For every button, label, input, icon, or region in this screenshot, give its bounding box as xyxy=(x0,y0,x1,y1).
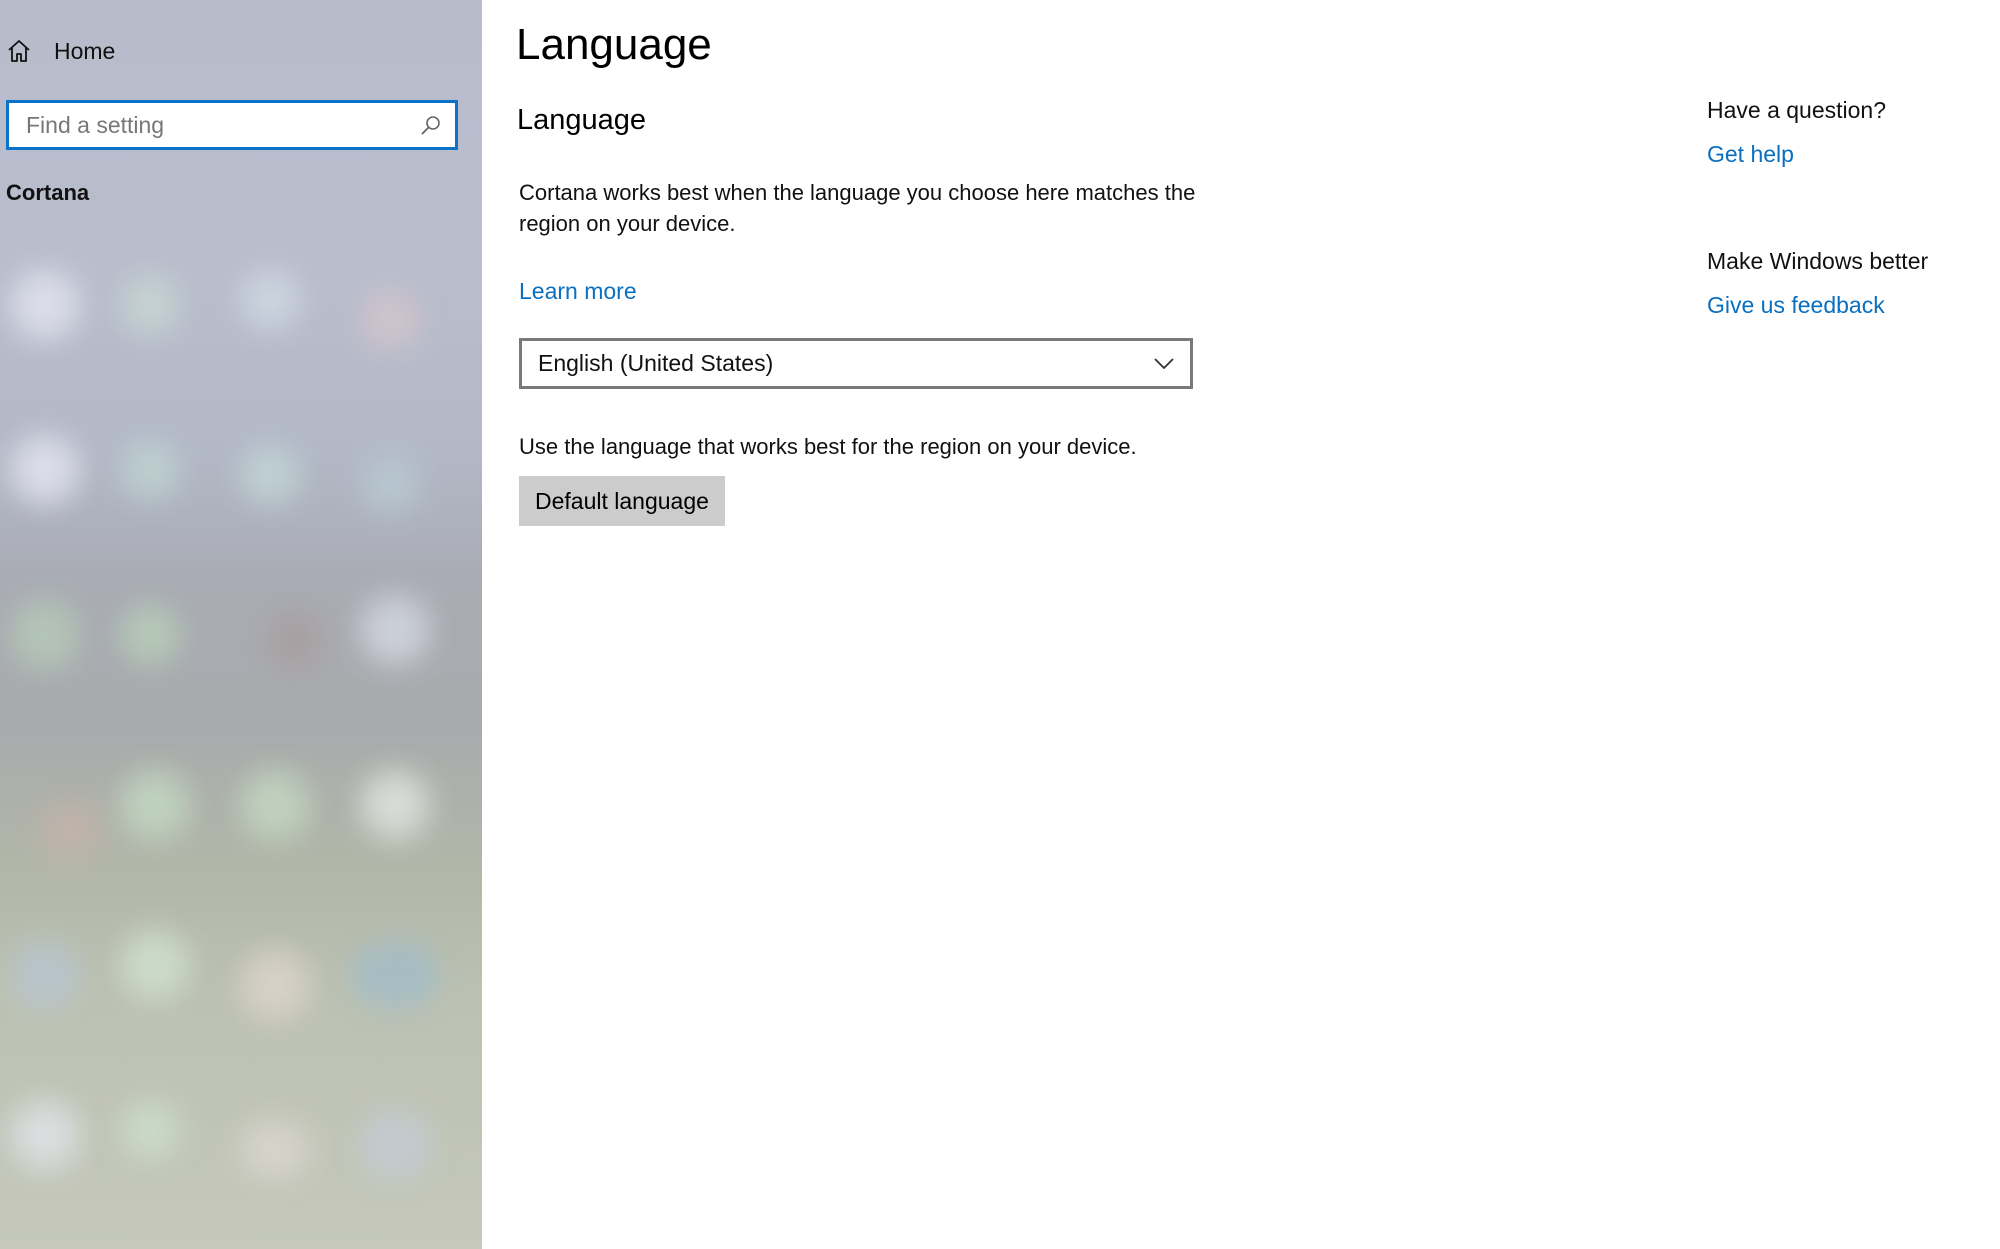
chevron-down-icon xyxy=(1152,352,1176,376)
description-text: Cortana works best when the language you… xyxy=(519,180,1196,236)
dropdown-selected-value: English (United States) xyxy=(538,350,774,376)
default-language-button[interactable]: Default language xyxy=(519,476,725,526)
home-label: Home xyxy=(54,37,116,64)
sidebar-section-cortana: Cortana xyxy=(6,180,90,205)
background-blur xyxy=(360,455,420,515)
background-blur xyxy=(120,605,180,665)
background-blur xyxy=(360,290,420,350)
make-windows-better-heading: Make Windows better xyxy=(1707,248,1929,274)
background-blur xyxy=(10,435,80,505)
background-blur xyxy=(10,1100,80,1170)
background-blur xyxy=(240,270,300,330)
background-blur xyxy=(10,600,80,670)
background-blur xyxy=(360,1110,430,1180)
page-title: Language xyxy=(516,20,712,69)
search-input[interactable] xyxy=(9,105,419,145)
background-blur xyxy=(10,940,80,1010)
background-blur xyxy=(240,445,300,505)
section-title: Language xyxy=(517,104,647,136)
background-blur xyxy=(120,930,190,1000)
learn-more-link[interactable]: Learn more xyxy=(519,278,637,305)
home-icon xyxy=(6,38,32,64)
background-blur xyxy=(120,275,180,335)
background-blur xyxy=(240,770,310,840)
home-nav-item[interactable]: Home xyxy=(0,30,300,72)
background-blur xyxy=(120,1100,180,1160)
hint-text: Use the language that works best for the… xyxy=(519,434,1137,459)
main-content: Language Language Cortana works best whe… xyxy=(482,0,2000,1249)
get-help-link[interactable]: Get help xyxy=(1707,141,1794,168)
language-dropdown[interactable]: English (United States) xyxy=(519,338,1193,389)
background-blur xyxy=(240,950,310,1020)
have-question-heading: Have a question? xyxy=(1707,97,1887,123)
background-blur xyxy=(40,800,100,860)
give-feedback-link[interactable]: Give us feedback xyxy=(1707,292,1885,319)
settings-window: Home Cortana Language Language Cortana w… xyxy=(0,0,2000,1249)
background-blur xyxy=(350,940,440,1010)
search-icon[interactable] xyxy=(419,113,443,137)
background-blur xyxy=(360,595,430,665)
sidebar: Home Cortana xyxy=(0,0,482,1249)
background-blur xyxy=(120,440,180,500)
background-blur xyxy=(270,610,320,670)
background-blur xyxy=(360,770,430,840)
background-blur xyxy=(120,770,190,840)
background-blur xyxy=(240,1120,310,1180)
search-box[interactable] xyxy=(6,100,458,150)
background-blur xyxy=(10,270,80,340)
